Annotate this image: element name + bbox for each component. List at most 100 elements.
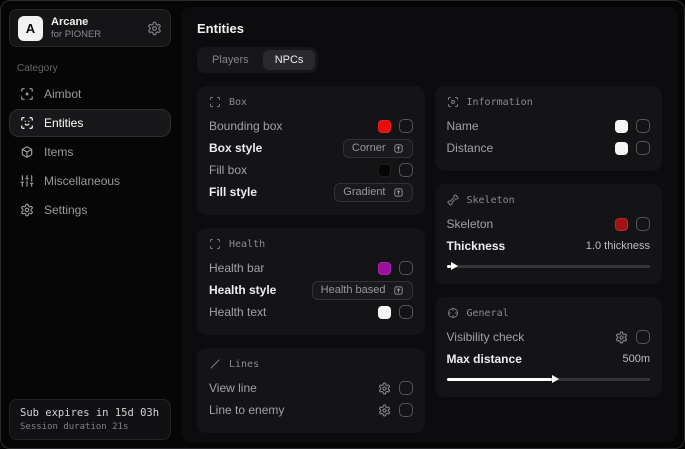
health-text-checkbox[interactable] [399, 305, 413, 319]
distance-color-swatch[interactable] [615, 142, 628, 155]
card-title: Information [467, 97, 533, 108]
max-distance-value: 500m [622, 353, 650, 365]
dropdown-value: Corner [352, 142, 386, 154]
row-bounding-box: Bounding box [209, 115, 413, 137]
card-information: Information Name Distance [435, 86, 663, 171]
row-label: Fill box [209, 163, 247, 177]
line-to-enemy-checkbox[interactable] [399, 403, 413, 417]
health-bar-color-swatch[interactable] [378, 262, 391, 275]
slider-fill [447, 378, 553, 381]
tab-players[interactable]: Players [200, 50, 261, 70]
scan-brackets-icon [209, 96, 221, 108]
slider-track [447, 265, 651, 268]
health-bar-checkbox[interactable] [399, 261, 413, 275]
sidebar-item-label: Items [44, 145, 73, 159]
sidebar-item-miscellaneous[interactable]: Miscellaneous [9, 167, 171, 195]
row-label: Skeleton [447, 217, 494, 231]
name-checkbox[interactable] [636, 119, 650, 133]
sidebar-item-label: Aimbot [44, 87, 81, 101]
health-text-color-swatch[interactable] [378, 306, 391, 319]
dropdown-value: Gradient [343, 186, 385, 198]
distance-checkbox[interactable] [636, 141, 650, 155]
sidebar-item-settings[interactable]: Settings [9, 196, 171, 224]
box-style-dropdown[interactable]: Corner [343, 139, 413, 158]
row-label: Health bar [209, 261, 264, 275]
card-lines-header: Lines [209, 358, 413, 370]
row-label: Visibility check [447, 330, 525, 344]
scan-brackets-icon [209, 238, 221, 250]
logo-letter: A [26, 21, 35, 36]
max-distance-slider[interactable] [447, 375, 651, 385]
slider-handle[interactable] [552, 375, 559, 383]
sidebar-item-aimbot[interactable]: Aimbot [9, 80, 171, 108]
name-color-swatch[interactable] [615, 120, 628, 133]
row-skeleton: Skeleton [447, 213, 651, 235]
view-line-checkbox[interactable] [399, 381, 413, 395]
skeleton-color-swatch[interactable] [615, 218, 628, 231]
card-general: General Visibility check Max distance [435, 297, 663, 397]
row-label: Box style [209, 141, 262, 155]
bone-icon [447, 194, 459, 206]
session-duration-text: Session duration 21s [20, 422, 160, 432]
dropdown-value: Health based [321, 284, 386, 296]
gear-icon [147, 21, 162, 36]
sub-expires-text: Sub expires in 15d 03h [20, 407, 160, 419]
dropdown-expand-icon [393, 285, 404, 296]
dropdown-expand-icon [393, 187, 404, 198]
fill-style-dropdown[interactable]: Gradient [334, 183, 412, 202]
view-line-settings-gear-icon[interactable] [378, 382, 391, 395]
sidebar-nav: Aimbot Entities Items Miscellaneous [9, 80, 171, 224]
thickness-slider[interactable] [447, 262, 651, 272]
visibility-check-settings-gear-icon[interactable] [615, 331, 628, 344]
skeleton-checkbox[interactable] [636, 217, 650, 231]
tab-npcs[interactable]: NPCs [263, 50, 316, 70]
bounding-box-color-swatch[interactable] [378, 120, 391, 133]
bounding-box-checkbox[interactable] [399, 119, 413, 133]
health-style-dropdown[interactable]: Health based [312, 281, 413, 300]
visibility-check-checkbox[interactable] [636, 330, 650, 344]
subscription-info: Sub expires in 15d 03h Session duration … [9, 399, 171, 440]
app-title: Arcane [51, 16, 101, 29]
row-label: Bounding box [209, 119, 282, 133]
row-thickness: Thickness 1.0 thickness [447, 235, 651, 257]
row-line-to-enemy: Line to enemy [209, 399, 413, 421]
crosshair-scan-icon [20, 87, 34, 101]
crosshair-icon [447, 307, 459, 319]
card-health-header: Health [209, 238, 413, 250]
row-distance: Distance [447, 137, 651, 159]
dropdown-expand-icon [393, 143, 404, 154]
slider-handle[interactable] [451, 262, 458, 270]
card-lines: Lines View line Line to enemy [197, 348, 425, 433]
main-panel: Entities Players NPCs Box Bounding box [181, 7, 678, 442]
row-box-style: Box style Corner [209, 137, 413, 159]
sidebar-item-items[interactable]: Items [9, 138, 171, 166]
diagonal-line-icon [209, 358, 221, 370]
thickness-value: 1.0 thickness [586, 240, 650, 252]
row-label: Distance [447, 141, 494, 155]
sidebar: A Arcane for PIONER Category Aimbot [7, 7, 173, 442]
app-subtitle: for PIONER [51, 29, 101, 40]
brand-text: Arcane for PIONER [51, 16, 101, 41]
row-label: Health text [209, 305, 266, 319]
row-label: Max distance [447, 352, 522, 366]
row-fill-style: Fill style Gradient [209, 181, 413, 203]
card-skeleton: Skeleton Skeleton Thickness 1.0 thicknes… [435, 184, 663, 284]
cards-columns: Box Bounding box Box style Corner [197, 86, 662, 433]
cube-icon [20, 145, 34, 159]
row-max-distance: Max distance 500m [447, 348, 651, 370]
fill-box-checkbox[interactable] [399, 163, 413, 177]
sidebar-item-label: Entities [44, 116, 83, 130]
app-window: A Arcane for PIONER Category Aimbot [0, 0, 685, 449]
row-view-line: View line [209, 377, 413, 399]
card-title: Skeleton [467, 195, 515, 206]
row-fill-box: Fill box [209, 159, 413, 181]
page-title: Entities [197, 21, 662, 36]
brand-settings-button[interactable] [147, 21, 162, 36]
row-visibility-check: Visibility check [447, 326, 651, 348]
fill-box-color-swatch[interactable] [378, 164, 391, 177]
left-column: Box Bounding box Box style Corner [197, 86, 425, 433]
card-box-header: Box [209, 96, 413, 108]
line-to-enemy-settings-gear-icon[interactable] [378, 404, 391, 417]
sidebar-category-label: Category [17, 63, 163, 74]
sidebar-item-entities[interactable]: Entities [9, 109, 171, 137]
